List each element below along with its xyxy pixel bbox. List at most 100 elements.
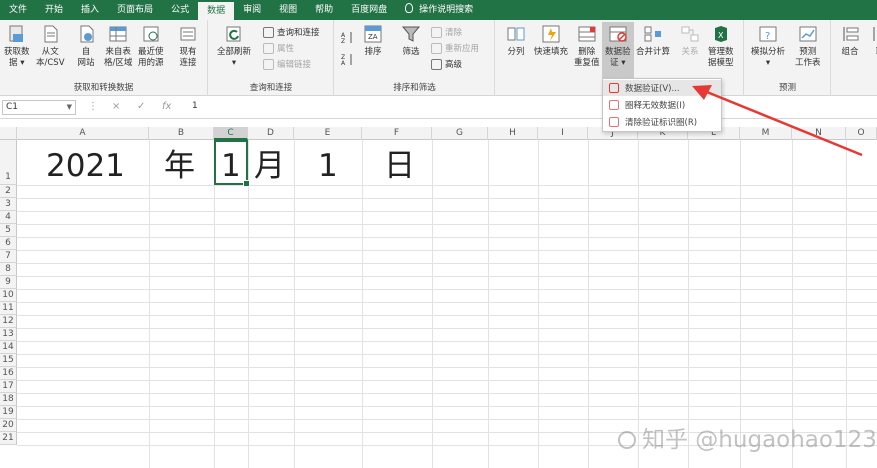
column-header-g[interactable]: G <box>432 127 488 140</box>
grid-line <box>17 211 877 212</box>
advanced-filter-button[interactable]: 高级 <box>431 58 462 70</box>
tab-file[interactable]: 文件 <box>0 0 36 20</box>
data-validation-icon <box>608 24 628 44</box>
tab-view[interactable]: 视图 <box>270 0 306 20</box>
cell-e1[interactable]: 1 <box>318 146 338 186</box>
column-header-a[interactable]: A <box>17 127 149 140</box>
enter-icon[interactable]: ✓ <box>137 101 145 112</box>
row-header-19[interactable]: 19 <box>0 406 17 419</box>
cell-d1[interactable]: 月 <box>254 146 285 186</box>
row-header-9[interactable]: 9 <box>0 276 17 289</box>
row-header-14[interactable]: 14 <box>0 341 17 354</box>
row-header-11[interactable]: 11 <box>0 302 17 315</box>
from-table-range-button[interactable]: 来自表 格/区域 <box>104 24 132 69</box>
row-header-3[interactable]: 3 <box>0 198 17 211</box>
menu-item-circle-invalid-data[interactable]: 圈释无效数据(I) <box>603 97 721 113</box>
tab-home[interactable]: 开始 <box>36 0 72 20</box>
recent-sources-button[interactable]: 最近使 用的源 <box>138 24 164 69</box>
column-header-e[interactable]: E <box>294 127 362 140</box>
tell-me-search[interactable]: 操作说明搜索 <box>396 0 482 20</box>
row-header-17[interactable]: 17 <box>0 380 17 393</box>
column-header-d[interactable]: D <box>248 127 294 140</box>
row-header-4[interactable]: 4 <box>0 211 17 224</box>
get-data-button[interactable]: 获取数 据 ▾ <box>4 24 30 69</box>
refresh-all-button[interactable]: 全部刷新 ▾ <box>217 24 251 69</box>
menu-item-clear-validation-circles[interactable]: 清除验证标识圈(R) <box>603 114 721 130</box>
select-all-corner[interactable] <box>0 127 17 140</box>
reapply-button[interactable]: 重新应用 <box>431 42 479 54</box>
row-header-16[interactable]: 16 <box>0 367 17 380</box>
sort-button[interactable]: ZA 排序 <box>363 24 383 58</box>
row-header-10[interactable]: 10 <box>0 289 17 302</box>
tab-page-layout[interactable]: 页面布局 <box>108 0 162 20</box>
row-header-1[interactable]: 1 <box>0 140 17 185</box>
tab-data[interactable]: 数据 <box>198 2 235 20</box>
group-button[interactable]: 组合 <box>840 24 860 58</box>
column-header-b[interactable]: B <box>149 127 214 140</box>
cancel-icon[interactable]: × <box>112 101 120 112</box>
row-header-8[interactable]: 8 <box>0 263 17 276</box>
queries-connections-button[interactable]: 查询和连接 <box>263 26 320 38</box>
ungroup-button[interactable]: 取 <box>870 24 877 58</box>
grid-line <box>17 406 877 407</box>
sort-az-button[interactable]: AZ <box>341 30 355 47</box>
refresh-icon <box>224 24 244 44</box>
data-model-icon: X <box>711 24 731 44</box>
row-header-21[interactable]: 21 <box>0 432 17 445</box>
column-header-i[interactable]: I <box>538 127 588 140</box>
text-to-columns-button[interactable]: 分列 <box>506 24 526 58</box>
active-cell-selection[interactable] <box>214 140 250 187</box>
row-header-2[interactable]: 2 <box>0 185 17 198</box>
name-box[interactable]: C1 ▼ <box>2 100 76 115</box>
filter-button[interactable]: 筛选 <box>401 24 421 58</box>
watermark: 知乎 @hugaohao123 <box>618 420 877 454</box>
row-header-6[interactable]: 6 <box>0 237 17 250</box>
row-header-5[interactable]: 5 <box>0 224 17 237</box>
tab-formulas[interactable]: 公式 <box>162 0 198 20</box>
more-options-icon[interactable]: ⋮ <box>88 101 98 112</box>
consolidate-button[interactable]: 合并计算 <box>636 24 670 58</box>
tab-insert[interactable]: 插入 <box>72 0 108 20</box>
sort-za-button[interactable]: ZA <box>341 52 355 69</box>
tab-review[interactable]: 审阅 <box>234 0 270 20</box>
flash-fill-button[interactable]: 快速填充 <box>534 24 568 58</box>
remove-duplicates-button[interactable]: 删除 重复值 <box>574 24 600 69</box>
clear-filter-button[interactable]: 清除 <box>431 26 462 38</box>
row-header-7[interactable]: 7 <box>0 250 17 263</box>
properties-button[interactable]: 属性 <box>263 42 294 54</box>
table-icon <box>108 24 128 44</box>
group-sort-filter: AZ ZA ZA 排序 筛选 清除 重新应用 高级 排序和筛选 <box>335 20 495 96</box>
from-web-button[interactable]: 自 网站 <box>76 24 96 69</box>
column-header-n[interactable]: N <box>792 127 846 140</box>
row-header-20[interactable]: 20 <box>0 419 17 432</box>
menu-item-data-validation[interactable]: 数据验证(V)... <box>603 80 721 96</box>
svg-text:?: ? <box>765 31 770 42</box>
formula-input[interactable]: 1 <box>192 101 198 111</box>
cell-b1[interactable]: 年 <box>164 146 195 186</box>
grid-line <box>17 237 877 238</box>
column-header-o[interactable]: O <box>846 127 877 140</box>
row-header-13[interactable]: 13 <box>0 328 17 341</box>
circle-invalid-icon <box>609 100 619 110</box>
column-header-h[interactable]: H <box>488 127 538 140</box>
cell-a1[interactable]: 2021 <box>46 146 125 186</box>
manage-data-model-button[interactable]: X 管理数 据模型 <box>708 24 734 69</box>
insert-function-icon[interactable]: fx <box>162 101 171 112</box>
forecast-sheet-button[interactable]: 预测 工作表 <box>795 24 821 69</box>
existing-connections-button[interactable]: 现有 连接 <box>178 24 198 69</box>
row-header-15[interactable]: 15 <box>0 354 17 367</box>
cell-f1[interactable]: 日 <box>384 146 415 186</box>
from-text-csv-button[interactable]: 从文 本/CSV <box>36 24 65 69</box>
chevron-down-icon[interactable]: ▼ <box>67 101 72 114</box>
data-validation-button[interactable]: 数据验 证 ▾ <box>602 22 634 78</box>
tab-baidu-netdisk[interactable]: 百度网盘 <box>342 0 396 20</box>
tab-help[interactable]: 帮助 <box>306 0 342 20</box>
row-header-18[interactable]: 18 <box>0 393 17 406</box>
column-header-c[interactable]: C <box>214 127 248 140</box>
edit-links-button[interactable]: 编辑链接 <box>263 58 311 70</box>
column-header-f[interactable]: F <box>362 127 432 140</box>
what-if-analysis-button[interactable]: ? 模拟分析 ▾ <box>751 24 785 69</box>
relationships-button[interactable]: 关系 <box>680 24 700 58</box>
column-header-m[interactable]: M <box>740 127 792 140</box>
row-header-12[interactable]: 12 <box>0 315 17 328</box>
